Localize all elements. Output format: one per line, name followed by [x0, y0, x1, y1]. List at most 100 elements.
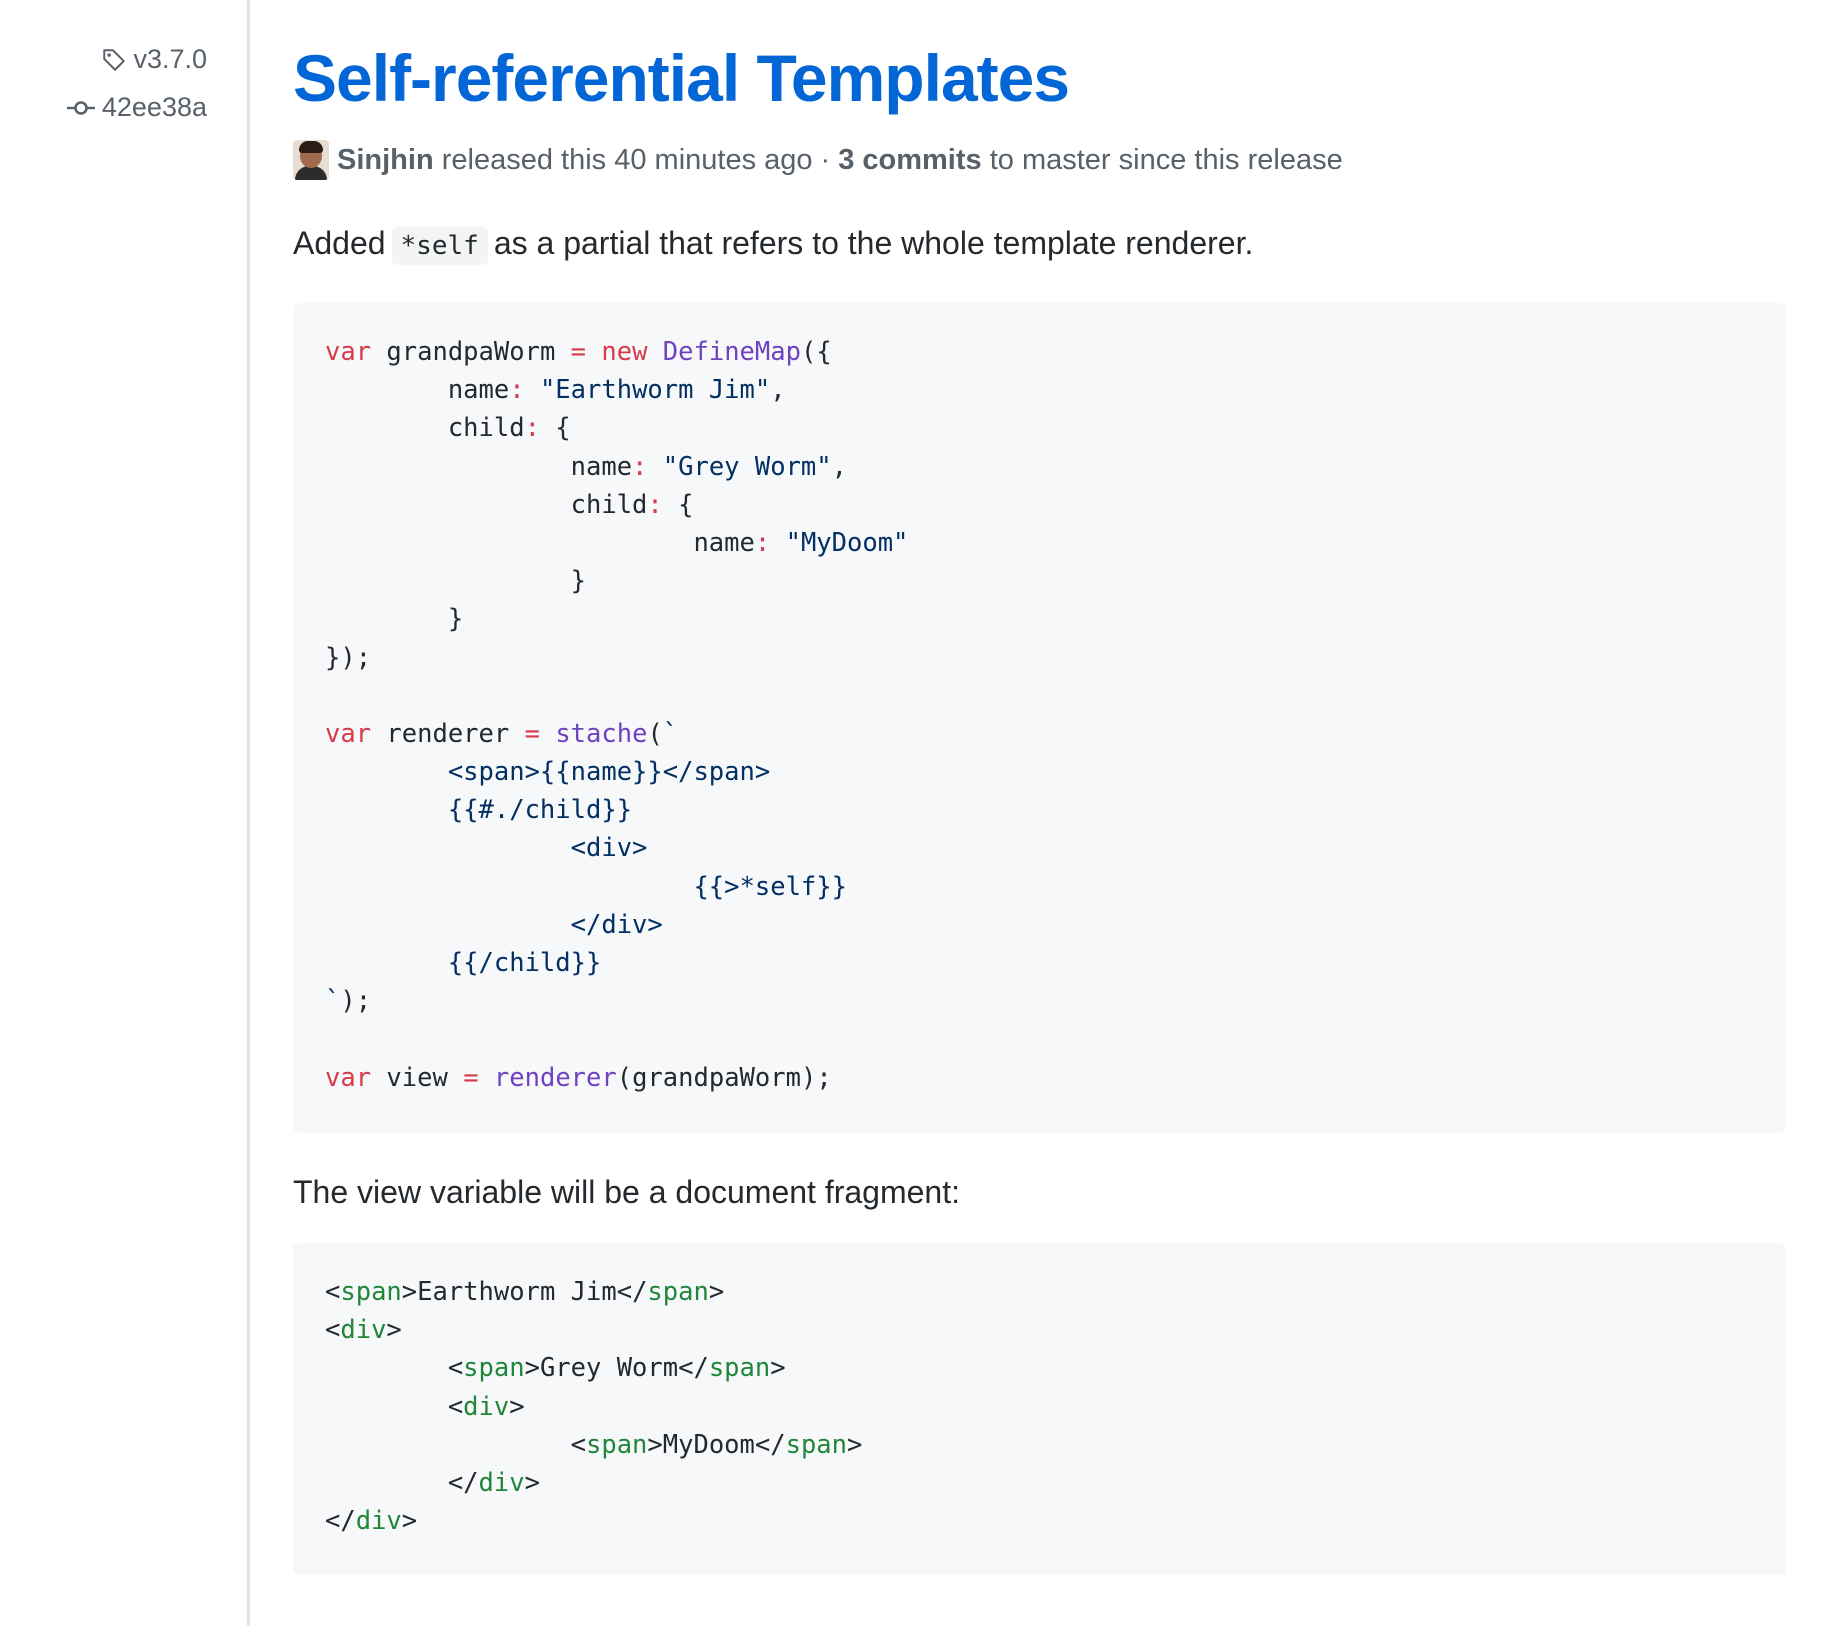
release-commit-link[interactable]: 42ee38a	[66, 92, 207, 123]
code-token: }	[325, 604, 464, 635]
code-token: span	[708, 1353, 771, 1384]
code-token: `	[325, 986, 341, 1017]
code-line: <div>	[325, 1311, 1754, 1349]
code-token: >	[770, 1353, 786, 1384]
code-token: >	[847, 1429, 863, 1460]
code-token: :	[647, 489, 663, 520]
code-token: <div>	[325, 833, 648, 864]
code-token: </div>	[325, 909, 663, 940]
intro-text-before: Added	[293, 225, 386, 261]
code-token: span	[340, 1277, 402, 1307]
code-line: {{>*self}}	[325, 868, 1754, 906]
code-line: {{/child}}	[325, 944, 1754, 982]
avatar-icon[interactable]	[293, 140, 329, 180]
code-block-html-output: <span>Earthworm Jim</span> <div> <span>Gr…	[293, 1243, 1786, 1575]
code-token: </	[325, 1467, 479, 1498]
code-line: <span>{{name}}</span>	[325, 753, 1754, 791]
code-token: "MyDoom"	[785, 527, 909, 558]
code-token: >	[524, 1467, 540, 1498]
code-token: "Earthworm Jim"	[539, 375, 771, 406]
code-token: =	[524, 718, 540, 749]
code-token: ,	[770, 375, 786, 406]
code-token: >MyDoom</	[647, 1429, 786, 1460]
code-block-javascript: var grandpaWorm = new DefineMap({ name: …	[293, 303, 1786, 1133]
release-page: v3.7.0 42ee38a Self-referential Template…	[0, 0, 1832, 1626]
commits-link[interactable]: 3 commits	[838, 144, 981, 177]
code-token: });	[325, 642, 372, 673]
code-token: >	[401, 1506, 418, 1537]
code-line: child: {	[325, 409, 1754, 447]
code-line: name: "Grey Worm",	[325, 448, 1754, 486]
release-title[interactable]: Self-referential Templates	[293, 38, 1786, 118]
code-line: var renderer = stache(`	[325, 715, 1754, 753]
code-token: :	[524, 413, 540, 444]
release-tag-label: v3.7.0	[133, 44, 207, 74]
code-token: {{>*self}}	[325, 871, 847, 902]
code-token: =	[463, 1062, 479, 1093]
code-token: <	[325, 1277, 341, 1307]
code-token: {{/child}}	[325, 948, 602, 978]
byline-separator: ·	[820, 143, 831, 176]
code-token: span	[463, 1353, 525, 1384]
code-line: </div>	[325, 1464, 1754, 1502]
code-line: child: {	[325, 486, 1754, 524]
code-token: =	[570, 337, 587, 367]
code-line: </div>	[325, 1502, 1754, 1540]
code-token: </	[325, 1506, 356, 1537]
code-token: >	[708, 1277, 725, 1307]
release-commit-label: 42ee38a	[101, 92, 207, 122]
code-token: view	[371, 1062, 464, 1093]
code-line: }	[325, 562, 1754, 600]
code-line: `);	[325, 982, 1754, 1020]
intro-text-after: as a partial that refers to the whole te…	[493, 225, 1254, 261]
code-line: name: "Earthworm Jim",	[325, 371, 1754, 409]
code-token: DefineMap	[662, 337, 801, 367]
code-line: var view = renderer(grandpaWorm);	[325, 1059, 1754, 1097]
fragment-description: The view variable will be a document fra…	[293, 1174, 960, 1210]
code-line: var grandpaWorm = new DefineMap({	[325, 333, 1754, 371]
code-token: >Earthworm Jim</	[401, 1277, 648, 1307]
code-token: ({	[800, 337, 832, 367]
code-token: span	[586, 1429, 648, 1460]
code-token: (grandpaWorm);	[616, 1062, 832, 1093]
code-token: name	[325, 375, 510, 406]
code-token: <span>{{name}}</span>	[325, 757, 771, 788]
code-token: {{#./child}}	[325, 795, 633, 826]
code-token: >	[509, 1391, 525, 1422]
code-token: var	[325, 718, 372, 749]
code-token: name	[325, 451, 633, 482]
commit-icon	[66, 98, 96, 118]
code-token: renderer	[493, 1062, 617, 1093]
code-token: var	[325, 337, 372, 367]
code-token: span	[785, 1429, 848, 1460]
code-token: (	[647, 718, 663, 749]
code-token: >Grey Worm</	[524, 1353, 709, 1384]
code-token: name	[325, 527, 755, 558]
code-token: ,	[831, 451, 848, 482]
code-token: span	[647, 1277, 709, 1307]
code-token: new	[601, 337, 648, 367]
code-token: :	[754, 527, 771, 558]
author-link[interactable]: Sinjhin	[337, 144, 434, 177]
code-line: <span>MyDoom</span>	[325, 1426, 1754, 1464]
code-token: child	[325, 489, 648, 520]
code-token: <	[325, 1391, 464, 1422]
code-token: renderer	[371, 718, 525, 749]
release-tag-link[interactable]: v3.7.0	[101, 44, 207, 75]
tag-icon	[101, 47, 127, 73]
code-token: var	[325, 1062, 372, 1093]
code-token: :	[509, 375, 525, 406]
code-token: grandpaWorm	[371, 337, 571, 367]
release-byline: Sinjhin released this 40 minutes ago · 3 c…	[293, 140, 1786, 180]
code-token: div	[463, 1391, 510, 1422]
code-line: </div>	[325, 906, 1754, 944]
code-token: }	[325, 566, 586, 597]
code-line: <span>Grey Worm</span>	[325, 1349, 1754, 1387]
code-token: div	[478, 1467, 525, 1498]
